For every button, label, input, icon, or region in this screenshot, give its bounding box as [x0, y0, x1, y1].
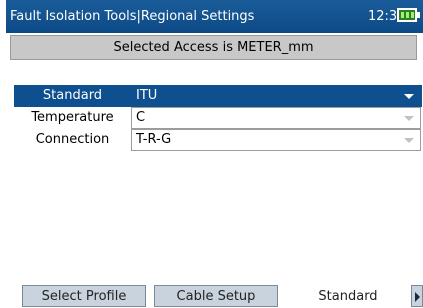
tab-cable-setup[interactable]: Cable Setup: [154, 285, 278, 307]
tab-scroll-right[interactable]: [411, 285, 423, 307]
dropdown-value: C: [136, 110, 146, 125]
tab-standard[interactable]: Standard: [286, 285, 410, 307]
chevron-right-icon: [415, 292, 420, 302]
chevron-down-icon[interactable]: [404, 94, 414, 99]
app-title: Fault Isolation Tools|Regional Settings: [10, 9, 255, 24]
title-bar: Fault Isolation Tools|Regional Settings …: [6, 0, 423, 33]
setting-label: Standard: [42, 88, 103, 103]
setting-row-temperature[interactable]: Temperature C: [14, 107, 422, 129]
bottom-tab-bar: Select Profile Cable Setup Standard: [6, 285, 423, 307]
dropdown-value: T-R-G: [136, 132, 172, 147]
status-banner: Selected Access is METER_mm: [10, 35, 417, 60]
chevron-down-icon[interactable]: [404, 116, 414, 121]
tab-select-profile[interactable]: Select Profile: [22, 285, 146, 307]
battery-charging-icon: [397, 8, 420, 22]
setting-label: Connection: [35, 132, 110, 147]
setting-row-connection[interactable]: Connection T-R-G: [14, 129, 422, 151]
setting-row-standard[interactable]: Standard ITU: [14, 85, 422, 107]
dropdown-value: ITU: [136, 88, 158, 103]
settings-table: Standard ITU Temperature C Connection T-…: [14, 85, 422, 151]
temperature-dropdown[interactable]: C: [131, 107, 421, 129]
connection-dropdown[interactable]: T-R-G: [131, 129, 421, 151]
standard-dropdown[interactable]: ITU: [131, 85, 421, 107]
setting-label: Temperature: [31, 110, 114, 125]
chevron-down-icon[interactable]: [404, 138, 414, 143]
device-screen: Fault Isolation Tools|Regional Settings …: [6, 0, 423, 307]
